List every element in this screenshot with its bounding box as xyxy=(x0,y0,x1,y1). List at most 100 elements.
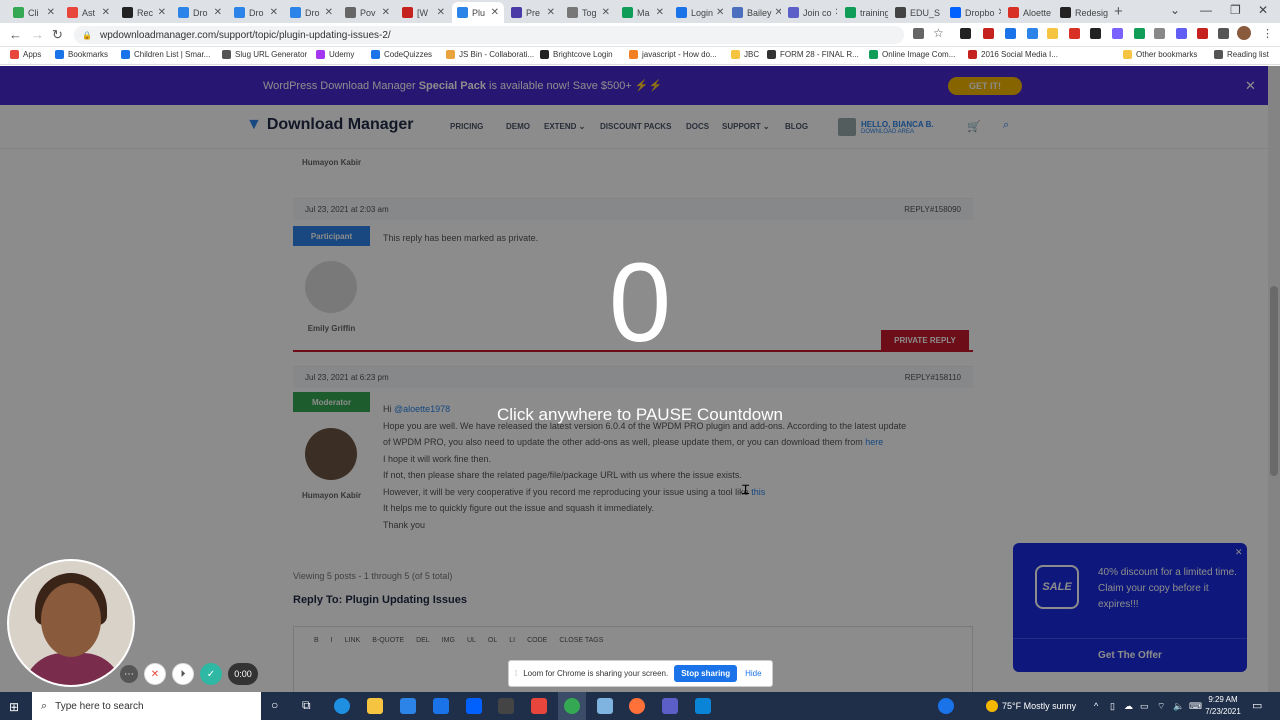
profile-avatar[interactable] xyxy=(1237,26,1251,40)
network-icon[interactable]: ⌔ xyxy=(1157,701,1165,712)
close-tab-icon[interactable]: ✕ xyxy=(488,7,499,18)
taskbar-search[interactable]: ⌕ Type here to search xyxy=(32,692,261,720)
other-bookmarks[interactable]: Other bookmarks xyxy=(1123,50,1197,59)
browser-tab[interactable]: EDU_S✕ xyxy=(890,2,943,23)
back-icon[interactable]: ← xyxy=(9,27,22,42)
close-tab-icon[interactable]: ✕ xyxy=(995,7,1001,18)
pause-countdown-message[interactable]: Click anywhere to PAUSE Countdown xyxy=(0,405,1280,425)
extension-icon[interactable] xyxy=(1047,28,1058,39)
extension-icon[interactable] xyxy=(960,28,971,39)
reading-list[interactable]: Reading list xyxy=(1214,50,1269,59)
app-icon[interactable] xyxy=(695,698,711,714)
browser-tab[interactable]: Dro ✕ xyxy=(173,2,227,23)
cortana-icon[interactable]: ○ xyxy=(271,698,278,712)
task-view-icon[interactable]: ⧉ xyxy=(302,698,311,713)
bookmark-item[interactable]: Apps xyxy=(10,50,41,59)
bookmark-item[interactable]: Bookmarks xyxy=(55,50,108,59)
stop-sharing-button[interactable]: Stop sharing xyxy=(674,665,738,682)
grip-icon[interactable]: ⁞ xyxy=(515,669,517,678)
browser-tab[interactable]: Login ✕ xyxy=(671,2,725,23)
battery-icon[interactable]: ▭ xyxy=(1140,701,1149,712)
browser-tab[interactable]: Cli ✕ xyxy=(8,2,60,23)
cast-icon[interactable] xyxy=(913,28,924,39)
browser-tab[interactable]: Ast ✕ xyxy=(62,2,115,23)
close-tab-icon[interactable]: ✕ xyxy=(544,7,555,18)
bookmark-item[interactable]: Slug URL Generator xyxy=(222,50,307,59)
address-bar[interactable]: 🔒 wpdownloadmanager.com/support/topic/pl… xyxy=(74,26,904,44)
store-icon[interactable] xyxy=(400,698,416,714)
browser-tab[interactable]: Bailey ✕ xyxy=(727,2,781,23)
browser-tab[interactable]: Aloette✕ xyxy=(1003,2,1053,23)
close-tab-icon[interactable]: ✕ xyxy=(713,7,724,18)
bookmark-item[interactable]: FORM 28 - FINAL R... xyxy=(767,50,859,59)
extension-icon[interactable] xyxy=(1090,28,1101,39)
file-explorer-icon[interactable] xyxy=(367,698,383,714)
bookmark-star-icon[interactable]: ☆ xyxy=(933,26,944,40)
edge-icon[interactable] xyxy=(334,698,350,714)
browser-tab[interactable]: Dropbo✕ xyxy=(945,2,1001,23)
browser-tab[interactable]: Pre ✕ xyxy=(506,2,560,23)
browser-tab[interactable]: [W ✕ xyxy=(397,2,450,23)
bookmark-item[interactable]: Online Image Com... xyxy=(869,50,955,59)
dropbox-icon[interactable] xyxy=(466,698,482,714)
taskbar-clock[interactable]: 9:29 AM 7/23/2021 xyxy=(1203,694,1243,718)
extension-icon[interactable] xyxy=(1176,28,1187,39)
extension-icon[interactable] xyxy=(1027,28,1038,39)
new-tab-icon[interactable]: + xyxy=(1114,3,1123,20)
tray-icon[interactable]: ▯ xyxy=(1110,701,1115,712)
countdown-overlay[interactable] xyxy=(0,66,1280,692)
close-tab-icon[interactable]: ✕ xyxy=(44,7,55,18)
close-tab-icon[interactable]: ✕ xyxy=(211,7,222,18)
close-tab-icon[interactable]: ✕ xyxy=(99,7,110,18)
bookmark-item[interactable]: Udemy xyxy=(316,50,354,59)
finish-recording-icon[interactable]: ✓ xyxy=(200,663,222,685)
mail-icon[interactable] xyxy=(433,698,449,714)
close-tab-icon[interactable]: ✕ xyxy=(772,7,781,18)
browser-tab[interactable]: training✕ xyxy=(840,2,888,23)
close-tab-icon[interactable]: ✕ xyxy=(599,7,610,18)
close-tab-icon[interactable]: ✕ xyxy=(940,7,943,18)
office-icon[interactable] xyxy=(531,698,547,714)
browser-tab[interactable]: Pov ✕ xyxy=(340,2,395,23)
extension-icon[interactable] xyxy=(1112,28,1123,39)
app-icon[interactable] xyxy=(597,698,613,714)
app-icon[interactable] xyxy=(498,698,514,714)
extension-icon[interactable] xyxy=(1134,28,1145,39)
bookmark-item[interactable]: CodeQuizzes xyxy=(371,50,432,59)
browser-tab[interactable]: Dro ✕ xyxy=(229,2,283,23)
cancel-recording-icon[interactable]: ✕ xyxy=(144,663,166,685)
reload-icon[interactable]: ↻ xyxy=(52,27,63,43)
bookmark-item[interactable]: Brightcove Login xyxy=(540,50,613,59)
extension-icon[interactable] xyxy=(983,28,994,39)
volume-icon[interactable]: 🔈 xyxy=(1173,701,1184,712)
minimize-icon[interactable]: — xyxy=(1200,3,1212,17)
bookmark-item[interactable]: javascript - How do... xyxy=(629,50,717,59)
extension-icon[interactable] xyxy=(1069,28,1080,39)
close-tab-icon[interactable]: ✕ xyxy=(1108,7,1110,18)
browser-tab[interactable]: Join co✕ xyxy=(783,2,837,23)
windows-start-icon[interactable]: ⊞ xyxy=(9,700,19,714)
close-tab-icon[interactable]: ✕ xyxy=(267,7,278,18)
firefox-icon[interactable] xyxy=(629,698,645,714)
forward-icon[interactable]: → xyxy=(31,27,44,42)
bookmark-item[interactable]: JS Bin - Collaborati... xyxy=(446,50,534,59)
browser-tab[interactable]: Redesig✕ xyxy=(1055,2,1110,23)
hide-button[interactable]: Hide xyxy=(745,669,761,678)
close-tab-icon[interactable]: ✕ xyxy=(832,7,837,18)
browser-tab[interactable]: Rec ✕ xyxy=(117,2,171,23)
teams-icon[interactable] xyxy=(662,698,678,714)
bookmark-item[interactable]: 2016 Social Media I... xyxy=(968,50,1058,59)
close-tab-icon[interactable]: ✕ xyxy=(155,7,166,18)
close-tab-icon[interactable]: ✕ xyxy=(1051,7,1053,18)
browser-tab[interactable]: Dro ✕ xyxy=(285,2,338,23)
webcam-bubble[interactable] xyxy=(7,559,135,687)
weather-widget[interactable]: 75°F Mostly sunny xyxy=(986,700,1076,712)
puzzle-icon[interactable] xyxy=(1218,28,1229,39)
close-tab-icon[interactable]: ✕ xyxy=(653,7,664,18)
close-tab-icon[interactable]: ✕ xyxy=(379,7,390,18)
notification-icon[interactable]: ▭ xyxy=(1252,699,1262,712)
close-tab-icon[interactable]: ✕ xyxy=(322,7,333,18)
restart-recording-icon[interactable]: ⏵ xyxy=(172,663,194,685)
maximize-icon[interactable]: ❐ xyxy=(1230,3,1241,17)
bookmark-item[interactable]: JBC xyxy=(731,50,759,59)
